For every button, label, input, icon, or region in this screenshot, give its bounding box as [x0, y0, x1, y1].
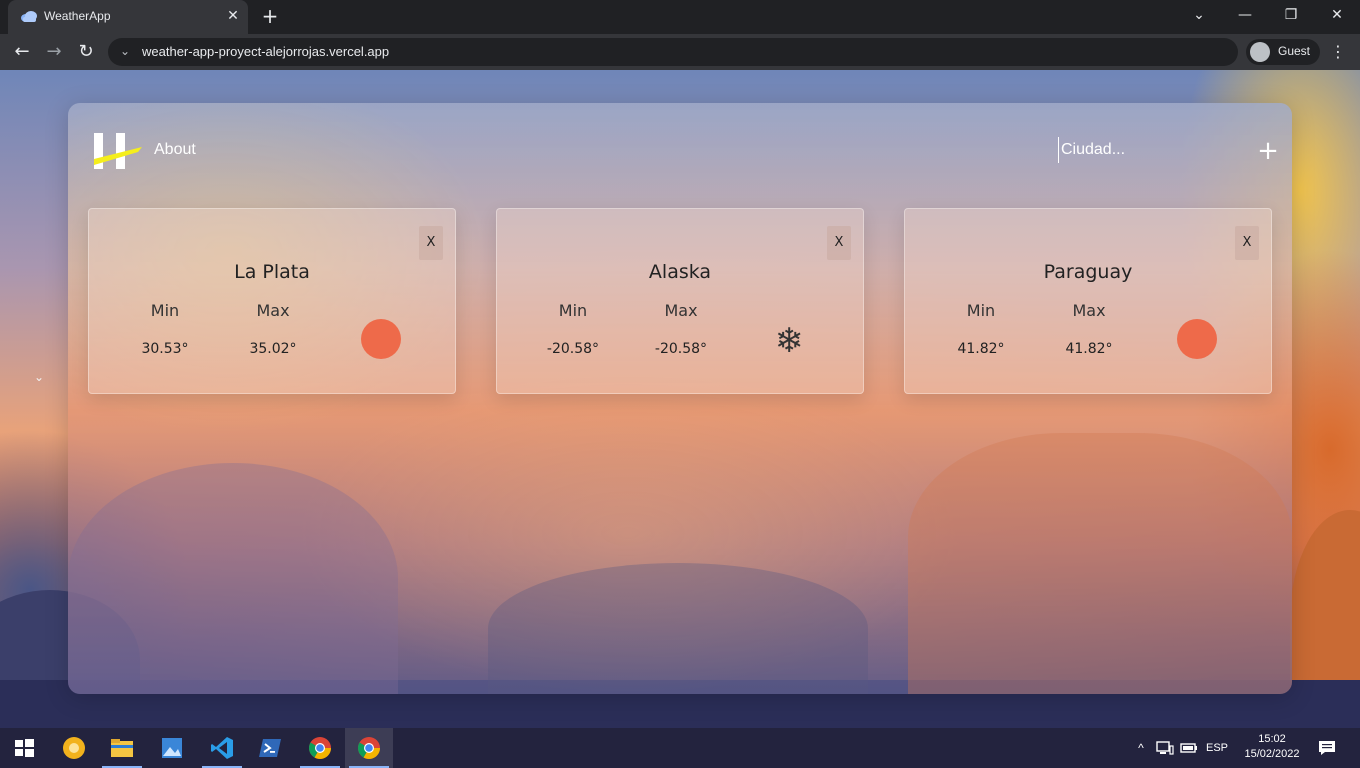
network-icon[interactable]: [1156, 740, 1174, 756]
min-label: Min: [966, 301, 996, 320]
start-button[interactable]: [0, 728, 48, 768]
sun-icon: [1177, 319, 1217, 359]
min-label: Min: [150, 301, 180, 320]
add-city-button[interactable]: +: [1254, 137, 1282, 165]
max-label: Max: [1072, 301, 1106, 320]
city-card: X Paraguay Min Max 41.82° 41.82°: [904, 208, 1272, 394]
yellow-circle-app-icon: [63, 737, 85, 759]
restore-window-button[interactable]: ❐: [1268, 0, 1314, 30]
guest-avatar-icon: [1250, 42, 1270, 62]
chevron-down-icon[interactable]: ⌄: [120, 44, 134, 58]
about-link[interactable]: About: [154, 141, 196, 159]
sun-icon: [361, 319, 401, 359]
min-temp: -20.58°: [546, 341, 600, 357]
bird-icon: ⌄: [34, 370, 45, 384]
language-indicator[interactable]: ESP: [1206, 728, 1232, 768]
taskbar-photos[interactable]: [148, 728, 196, 768]
clock-time: 15:02: [1258, 733, 1286, 745]
max-temp: -20.58°: [654, 341, 708, 357]
chrome-icon: [358, 737, 380, 759]
reload-icon[interactable]: ↻: [74, 40, 98, 64]
city-name: Alaska: [648, 261, 712, 283]
profile-button[interactable]: Guest: [1246, 39, 1320, 65]
henry-logo-icon[interactable]: [94, 133, 142, 171]
city-card: X Alaska Min Max -20.58° -20.58° ❄: [496, 208, 864, 394]
taskbar-vscode[interactable]: [198, 728, 246, 768]
folder-icon: [111, 739, 133, 757]
close-card-button[interactable]: X: [1235, 226, 1259, 260]
address-bar[interactable]: ⌄ weather-app-proyect-alejorrojas.vercel…: [108, 38, 1238, 66]
max-label: Max: [664, 301, 698, 320]
city-search-input[interactable]: [1058, 137, 1211, 163]
cloud-favicon-icon: [21, 11, 37, 22]
max-temp: 35.02°: [249, 341, 297, 357]
chevron-up-icon[interactable]: ^: [1132, 728, 1150, 768]
tab-close-icon[interactable]: ✕: [224, 7, 242, 25]
min-temp: 41.82°: [957, 341, 1005, 357]
clock-date: 15/02/2022: [1244, 748, 1300, 760]
city-name: Paraguay: [1043, 261, 1133, 283]
blur-shape: [488, 563, 868, 694]
chrome-icon: [309, 737, 331, 759]
city-card: X La Plata Min Max 30.53° 35.02°: [88, 208, 456, 394]
tab-search-chevron-icon[interactable]: ⌄: [1176, 0, 1222, 30]
windows-logo-icon: [15, 739, 34, 757]
min-temp: 30.53°: [141, 341, 189, 357]
taskbar-file-explorer[interactable]: [98, 728, 146, 768]
powershell-icon: [259, 739, 281, 757]
taskbar-chrome-guest[interactable]: [345, 728, 393, 768]
min-label: Min: [558, 301, 588, 320]
tab-title: WeatherApp: [44, 9, 111, 23]
back-arrow-icon[interactable]: ←: [10, 40, 34, 64]
browser-toolbar: ← → ↻ ⌄ weather-app-proyect-alejorrojas.…: [0, 34, 1360, 70]
close-window-button[interactable]: ✕: [1314, 0, 1360, 30]
max-label: Max: [256, 301, 290, 320]
taskbar-app-circle[interactable]: [50, 728, 98, 768]
glass-panel: About + X La Plata Min Max 30.53° 35.02°…: [68, 103, 1292, 694]
vscode-icon: [211, 737, 233, 759]
kebab-menu-icon[interactable]: ⋮: [1328, 40, 1348, 64]
minimize-window-button[interactable]: —: [1222, 0, 1268, 30]
new-tab-button[interactable]: +: [259, 5, 281, 27]
notifications-icon[interactable]: [1318, 740, 1336, 756]
close-card-button[interactable]: X: [827, 226, 851, 260]
tab-weatherapp[interactable]: WeatherApp ✕: [8, 0, 248, 34]
close-card-button[interactable]: X: [419, 226, 443, 260]
photos-icon: [162, 738, 182, 758]
blur-shape: [908, 433, 1292, 694]
city-name: La Plata: [234, 261, 310, 283]
blur-shape: [68, 463, 398, 694]
clock[interactable]: 15:02 15/02/2022: [1240, 732, 1304, 762]
taskbar-powershell[interactable]: [246, 728, 294, 768]
page-viewport: ⌄ About + X La Plata Min Max 30.53° 35.0…: [0, 70, 1360, 728]
url-text: weather-app-proyect-alejorrojas.vercel.a…: [142, 44, 390, 59]
max-temp: 41.82°: [1065, 341, 1113, 357]
battery-icon[interactable]: [1180, 741, 1198, 755]
taskbar-chrome[interactable]: [296, 728, 344, 768]
snowflake-icon: ❄: [774, 321, 804, 361]
browser-tab-strip: WeatherApp ✕ + ⌄ — ❐ ✕: [0, 0, 1360, 34]
taskbar: ^ ESP 15:02 15/02/2022: [0, 728, 1360, 768]
profile-label: Guest: [1278, 44, 1311, 58]
forward-arrow-icon[interactable]: →: [42, 40, 66, 64]
